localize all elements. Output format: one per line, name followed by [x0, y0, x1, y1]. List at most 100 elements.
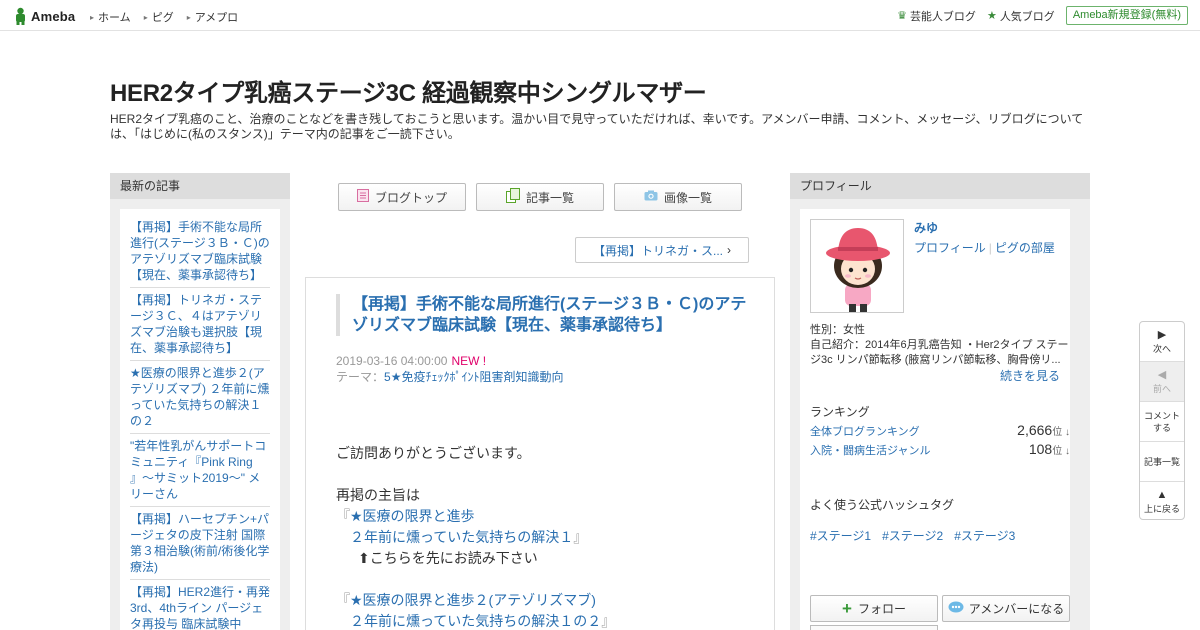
popular-blog-label: 人気ブログ — [999, 10, 1055, 23]
back-to-top-button[interactable]: ▲ 上に戻る — [1140, 482, 1184, 519]
blog-title[interactable]: HER2タイプ乳癌ステージ3C 経過観察中シングルマザー — [110, 73, 707, 108]
list-icon — [356, 189, 369, 205]
quoted-article-link[interactable]: ★医療の限界と進歩 — [350, 508, 475, 524]
amember-button[interactable]: アメンバーになる — [942, 595, 1070, 622]
quote-close-mark: 』 — [573, 529, 588, 545]
recent-article-link[interactable]: 【再掲】ハーセプチン+パージェタの皮下注射 国際第３相治験(術前/術後化学療法) — [130, 511, 270, 580]
profile-link[interactable]: プロフィール — [914, 241, 986, 255]
arrow-up-icon: ▲ — [1156, 489, 1168, 501]
nav-amepro[interactable]: ▸ アメプロ — [187, 9, 238, 25]
quote-open-mark: 『 — [336, 592, 350, 608]
tab-article-list-label: 記事一覧 — [525, 190, 574, 205]
ranking-label: ランキング — [810, 405, 870, 419]
new-badge: NEW ! — [451, 354, 487, 368]
quoted-article-link[interactable]: ２年前に燻っていた気持ちの解決１の２ — [350, 613, 601, 629]
article-meta: 2019-03-16 04:00:00 NEW ! テーマ：5★免疫ﾁｪｯｸﾎﾟｲ… — [336, 353, 563, 385]
register-button[interactable]: Ameba新規登録(無料) — [1065, 6, 1188, 25]
ranking-value: 2,666位 ↓ — [1017, 422, 1070, 438]
avatar[interactable] — [810, 219, 904, 313]
article: 【再掲】手術不能な局所進行(ステージ３Ｂ・Ｃ)のアテゾリズマブ臨床試験【現在、薬… — [305, 277, 775, 630]
recent-articles-heading: 最新の記事 — [110, 173, 290, 199]
play-left-icon: ◀ — [1157, 368, 1167, 381]
amember-label: アメンバーになる — [968, 602, 1065, 616]
next-article-button[interactable]: ▶ 次へ — [1140, 322, 1184, 362]
profile-panel: プロフィール みゆ プロフィール | ピグの部屋 性別：女性 自己紹介：2014… — [790, 173, 1090, 630]
global-header: Ameba ▸ ホーム ▸ ピグ ▸ アメプロ ♛ 芸能人ブログ ★ 人気ブログ Ameb… — [0, 0, 1200, 31]
article-title[interactable]: 【再掲】手術不能な局所進行(ステージ３Ｂ・Ｃ)のアテゾリズマブ臨床試験【現在、薬… — [336, 294, 756, 336]
amember-icon — [948, 601, 964, 617]
blog-tabs: ブログトップ 記事一覧 画像一覧 — [338, 183, 752, 211]
article-body: ご訪問ありがとうございます。 再掲の主旨は 『★医療の限界と進歩 ２年前に燻って… — [336, 443, 756, 630]
next-label: 次へ — [1152, 343, 1171, 354]
extra-button[interactable] — [810, 625, 938, 630]
hashtag-label: よく使う公式ハッシュタグ — [810, 498, 955, 512]
article-purpose: 再掲の主旨は — [336, 487, 420, 503]
quote-open-mark: 『 — [336, 508, 350, 524]
next-post-button[interactable]: 【再掲】トリネガ・ス... › — [575, 237, 749, 263]
chevron-right-icon: › — [727, 243, 731, 257]
read-more-link[interactable]: 続きを見る — [1000, 367, 1060, 384]
profile-name[interactable]: みゆ — [914, 219, 938, 236]
ranking-name[interactable]: 全体ブログランキング — [810, 423, 920, 439]
recent-article-link[interactable]: "若年性乳がんサポートコミュニティ『Pink Ring 』〜サミット2019〜"… — [130, 438, 270, 507]
recent-articles-panel: 最新の記事 【再掲】手術不能な局所進行(ステージ３Ｂ・Ｃ)のアテゾリズマブ臨床試… — [110, 173, 290, 630]
follow-button[interactable]: + フォロー — [810, 595, 938, 622]
article-date: 2019-03-16 04:00:00 — [336, 354, 448, 368]
ranking-unit: 位 ↓ — [1052, 446, 1070, 457]
celebrity-blog-label: 芸能人ブログ — [909, 10, 976, 23]
logo-text: Ameba — [31, 8, 76, 24]
theme-link[interactable]: 5★免疫ﾁｪｯｸﾎﾟｲﾝﾄ阻害剤知識動向 — [384, 370, 563, 384]
tab-blog-top[interactable]: ブログトップ — [338, 183, 466, 211]
blog-description: HER2タイプ乳癌のこと、治療のことなどを書き残しておこうと思います。温かい目で… — [110, 112, 1084, 141]
hashtag-link[interactable]: #ステージ2 — [882, 527, 943, 544]
article-greeting: ご訪問ありがとうございます。 — [336, 445, 531, 461]
recent-article-link[interactable]: ★医療の限界と進歩２(アテゾリズマブ) ２年前に燻っていた気持ちの解決１の２ — [130, 365, 270, 434]
pigg-room-link[interactable]: ピグの部屋 — [995, 241, 1055, 255]
header-right-nav: ♛ 芸能人ブログ ★ 人気ブログ Ameba新規登録(無料) — [897, 6, 1188, 25]
documents-icon — [505, 188, 520, 206]
chevron-right-icon: ▸ — [90, 12, 95, 22]
ranking-row: 入院・闘病生活ジャンル 108位 ↓ — [810, 441, 1070, 458]
prev-article-button: ◀ 前へ — [1140, 362, 1184, 402]
ranking-number: 2,666 — [1017, 422, 1053, 438]
play-right-icon: ▶ — [1157, 328, 1167, 341]
profile-gender: 性別：女性 — [810, 324, 865, 336]
hashtag-link[interactable]: #ステージ3 — [954, 527, 1015, 544]
chevron-right-icon: ▸ — [186, 12, 191, 22]
profile-intro: 自己紹介：2014年6月乳癌告知 ・Her2タイプ ステージ3c リンパ節転移 … — [810, 339, 1069, 366]
article-list-button[interactable]: 記事一覧 — [1140, 442, 1184, 482]
profile-body: みゆ プロフィール | ピグの部屋 性別：女性 自己紹介：2014年6月乳癌告知 ・… — [800, 209, 1070, 630]
profile-text: 性別：女性 自己紹介：2014年6月乳癌告知 ・Her2タイプ ステージ3c リ… — [810, 323, 1072, 368]
recent-article-link[interactable]: 【再掲】手術不能な局所進行(ステージ３Ｂ・Ｃ)のアテゾリズマブ臨床試験【現在、薬… — [130, 219, 270, 288]
quoted-article-link[interactable]: ★医療の限界と進歩２(アテゾリズマブ) — [350, 592, 596, 608]
follow-label: フォロー — [857, 602, 906, 616]
tab-image-list-label: 画像一覧 — [663, 190, 712, 205]
floating-nav: ▶ 次へ ◀ 前へ コメントする 記事一覧 ▲ 上に戻る — [1139, 321, 1185, 520]
tab-image-list[interactable]: 画像一覧 — [614, 183, 742, 211]
hashtag-link[interactable]: #ステージ1 — [810, 527, 871, 544]
quote-close-mark: 』 — [601, 613, 616, 629]
recent-article-link[interactable]: 【再掲】HER2進行・再発3rd、4thライン パージェタ再投与 臨床試験中 P… — [130, 584, 270, 630]
camera-icon — [644, 190, 658, 204]
ranking-name[interactable]: 入院・闘病生活ジャンル — [810, 442, 930, 458]
article-list-label: 記事一覧 — [1143, 456, 1180, 467]
recent-article-link[interactable]: 【再掲】トリネガ・ステージ３Ｃ、４はアテゾリズマブ治験も選択肢【現在、薬事承認待… — [130, 292, 270, 361]
nav-pigg[interactable]: ▸ ピグ — [144, 9, 174, 25]
ameba-logo-icon — [13, 7, 28, 25]
nav-home[interactable]: ▸ ホーム — [90, 9, 131, 25]
comment-button[interactable]: コメントする — [1140, 402, 1184, 442]
crown-icon: ♛ — [897, 10, 907, 22]
quoted-article-link[interactable]: ２年前に燻っていた気持ちの解決１ — [350, 529, 573, 545]
nav-pigg-label: ピグ — [151, 12, 174, 24]
star-icon: ★ — [986, 10, 997, 22]
next-post-label: 【再掲】トリネガ・ス... — [592, 243, 723, 258]
ranking-value: 108位 ↓ — [1029, 441, 1070, 457]
divider: | — [988, 241, 992, 255]
profile-heading: プロフィール — [790, 173, 1090, 199]
tab-article-list[interactable]: 記事一覧 — [476, 183, 604, 211]
popular-blog-link[interactable]: ★ 人気ブログ — [987, 8, 1055, 24]
celebrity-blog-link[interactable]: ♛ 芸能人ブログ — [897, 8, 976, 24]
hashtag-list: #ステージ1 #ステージ2 #ステージ3 — [810, 527, 1026, 544]
ameba-logo[interactable]: Ameba — [13, 6, 75, 26]
comment-label: コメントする — [1144, 410, 1181, 433]
